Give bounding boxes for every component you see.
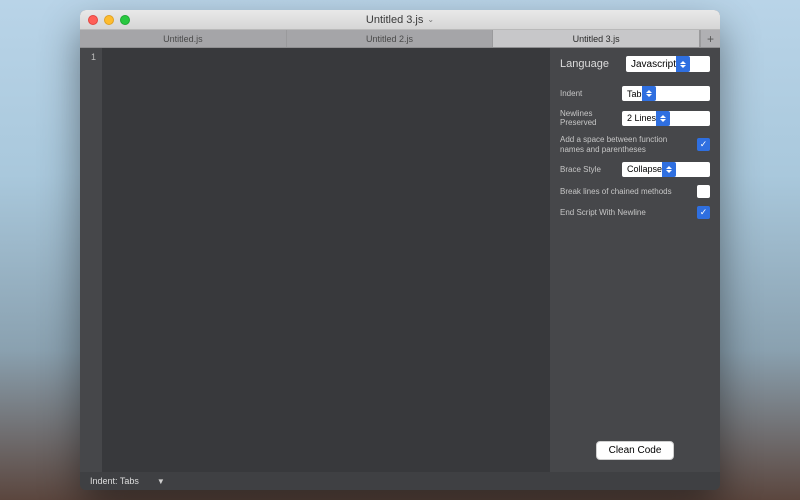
status-bar: Indent: Tabs ▼ (80, 472, 720, 490)
new-tab-button[interactable]: + (700, 30, 720, 47)
select-value: Collapse (627, 164, 662, 174)
chain-label: Break lines of chained methods (560, 187, 672, 196)
indent-select[interactable]: Tab (622, 86, 710, 101)
select-value: 2 Lines (627, 113, 656, 123)
endnl-label: End Script With Newline (560, 208, 646, 217)
status-indent-label: Indent: Tabs (90, 476, 139, 486)
titlebar: Untitled 3.js ⌄ (80, 10, 720, 30)
updown-icon (662, 162, 676, 177)
brace-style-select[interactable]: Collapse (622, 162, 710, 177)
tab-bar: Untitled.js Untitled 2.js Untitled 3.js … (80, 30, 720, 48)
language-select[interactable]: Javascript (626, 56, 710, 72)
chevron-down-icon: ⌄ (427, 15, 434, 24)
select-value: Javascript (631, 59, 676, 70)
button-label: Clean Code (609, 445, 662, 456)
tab-label: Untitled 3.js (573, 34, 620, 44)
space-fn-label: Add a space between function names and p… (560, 135, 668, 153)
updown-icon (642, 86, 656, 101)
indent-label: Indent (560, 89, 582, 98)
plus-icon: + (707, 32, 714, 46)
select-value: Tab (627, 89, 642, 99)
space-fn-checkbox[interactable] (697, 138, 710, 151)
app-window: Untitled 3.js ⌄ Untitled.js Untitled 2.j… (80, 10, 720, 490)
status-indent[interactable]: Indent: Tabs (90, 476, 139, 486)
brace-style-label: Brace Style (560, 165, 601, 174)
settings-sidebar: Language Javascript Indent Tab Newlines … (550, 48, 720, 472)
tab-label: Untitled.js (163, 34, 203, 44)
tab-untitled-1[interactable]: Untitled.js (80, 30, 287, 47)
newlines-label: Newlines Preserved (560, 109, 616, 127)
tab-untitled-3[interactable]: Untitled 3.js (493, 30, 700, 47)
updown-icon (676, 56, 690, 72)
clean-code-button[interactable]: Clean Code (596, 441, 675, 460)
tab-untitled-2[interactable]: Untitled 2.js (287, 30, 494, 47)
chain-checkbox[interactable] (697, 185, 710, 198)
language-label: Language (560, 58, 609, 71)
triangle-down-icon[interactable]: ▼ (157, 477, 165, 486)
content-area: 1 Language Javascript Indent Tab Newline… (80, 48, 720, 472)
tab-label: Untitled 2.js (366, 34, 413, 44)
newlines-select[interactable]: 2 Lines (622, 111, 710, 126)
code-editor[interactable] (102, 48, 550, 472)
line-gutter: 1 (80, 48, 102, 472)
window-title[interactable]: Untitled 3.js ⌄ (80, 14, 720, 26)
updown-icon (656, 111, 670, 126)
endnl-checkbox[interactable] (697, 206, 710, 219)
line-number: 1 (80, 52, 96, 62)
window-title-text: Untitled 3.js (366, 14, 423, 26)
